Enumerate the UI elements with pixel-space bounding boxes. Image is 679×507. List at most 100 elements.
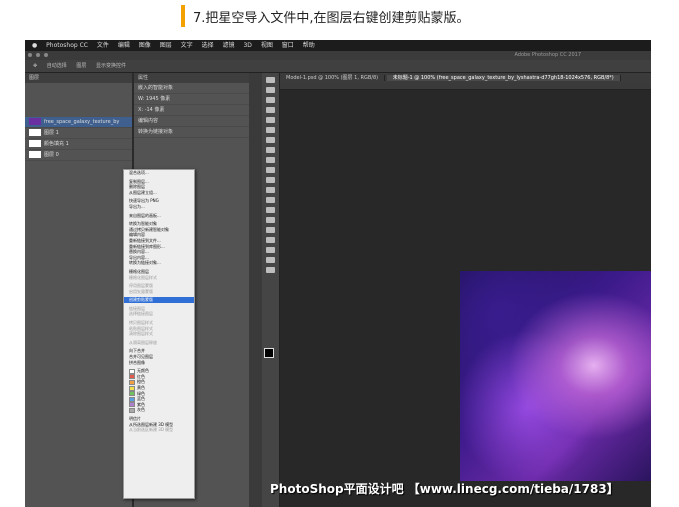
layer-label: free_space_galaxy_texture_by <box>44 119 120 125</box>
context-menu-item-label: 通过拷贝新建智能对象 <box>129 226 169 232</box>
history-brush-tool-icon[interactable] <box>266 167 275 173</box>
menu-item[interactable]: 文字 <box>181 42 193 49</box>
layer-label: 图层 0 <box>44 152 59 158</box>
context-menu-item-label: 编辑内容 <box>129 232 145 238</box>
layer-thumbnail <box>29 151 41 158</box>
pen-tool-icon[interactable] <box>266 217 275 223</box>
layer-row[interactable]: 图层 0 <box>25 150 132 161</box>
quick-select-tool-icon[interactable] <box>266 107 275 113</box>
auto-select-target[interactable]: 图层 <box>76 63 86 69</box>
context-menu-item-label: 导出内容... <box>129 254 149 260</box>
layers-panel-controls <box>25 83 132 117</box>
context-menu-item-label: 重新链接到库图形... <box>129 243 165 249</box>
eyedropper-tool-icon[interactable] <box>266 127 275 133</box>
context-menu-item-label: 停用图层蒙版 <box>129 283 153 289</box>
layer-row[interactable]: 颜色填充 1 <box>25 139 132 150</box>
layer-label: 颜色填充 1 <box>44 141 69 147</box>
watermark-text: PhotoShop平面设计吧 【www.linecg.com/tieba/178… <box>270 482 619 496</box>
blur-tool-icon[interactable] <box>266 197 275 203</box>
context-menu-item-label: 清除图层样式 <box>129 331 153 337</box>
properties-panel-header[interactable]: 属性 <box>134 73 249 83</box>
menu-item[interactable]: Photoshop CC <box>46 42 88 49</box>
context-menu-item-label: 栅格化图层 <box>129 268 149 274</box>
context-menu-item-label: 从图层建立组... <box>129 189 157 195</box>
menu-item[interactable]: 3D <box>243 42 251 49</box>
panel-dock[interactable] <box>249 73 262 507</box>
context-menu-item-label: 蓝色 <box>137 396 145 402</box>
marquee-tool-icon[interactable] <box>266 87 275 93</box>
tutorial-caption: 7.把星空导入文件中,在图层右键创建剪贴蒙版。 <box>181 0 621 32</box>
layers-panel: 图层 free_space_galaxy_texture_by 图层 1 颜色填… <box>25 73 132 507</box>
property-row[interactable]: W: 1945 像素 <box>134 94 249 105</box>
menu-bar: ● Photoshop CC 文件 编辑 图像 图层 文字 选择 滤镜 3D 视… <box>25 40 651 51</box>
property-row[interactable]: 编辑内容 <box>134 116 249 127</box>
path-select-tool-icon[interactable] <box>266 237 275 243</box>
window-controls[interactable] <box>25 53 49 59</box>
shape-tool-icon[interactable] <box>266 247 275 253</box>
context-menu-item-label: 绿色 <box>137 390 145 396</box>
menu-item[interactable]: 图像 <box>139 42 151 49</box>
crop-tool-icon[interactable] <box>266 117 275 123</box>
show-transform-checkbox[interactable]: 显示变换控件 <box>96 63 126 69</box>
galaxy-canvas-image[interactable] <box>460 271 651 481</box>
dodge-tool-icon[interactable] <box>266 207 275 213</box>
color-swatch <box>129 368 135 374</box>
layer-thumbnail <box>29 140 41 147</box>
menu-item[interactable]: 图层 <box>160 42 172 49</box>
auto-select-checkbox[interactable]: 自动选择 <box>47 63 67 69</box>
healing-tool-icon[interactable] <box>266 137 275 143</box>
menu-item[interactable]: 文件 <box>97 42 109 49</box>
context-menu-item-label: 黄色 <box>137 385 145 390</box>
gradient-tool-icon[interactable] <box>266 187 275 193</box>
context-menu-item-label: 复制图层... <box>129 178 149 184</box>
move-tool-icon[interactable] <box>266 77 275 83</box>
context-menu-item-label: 粘贴图层样式 <box>129 325 153 331</box>
context-menu-item-label: 从所选图层新建 3D 模型 <box>129 421 174 427</box>
menu-item[interactable]: 滤镜 <box>223 42 235 49</box>
context-menu-item-label: 栅格化图层样式 <box>129 274 157 280</box>
context-menu-item-label: 替换内容... <box>129 249 149 255</box>
menu-item[interactable]: 编辑 <box>118 42 130 49</box>
menu-item[interactable]: 窗口 <box>282 42 294 49</box>
context-menu-item-label: 重新链接到文件... <box>129 237 161 243</box>
horizontal-ruler <box>280 83 651 90</box>
context-menu-item-label: 橙色 <box>137 379 145 385</box>
document-tab[interactable]: Model-1.psd @ 100% (图层 1, RGB/8) <box>280 75 386 81</box>
move-tool-icon[interactable]: ✥ <box>33 63 37 69</box>
context-menu-item-label: 快速导出为 PNG <box>129 198 159 204</box>
context-menu-item-label: 从当前选区新建 3D 模型 <box>129 427 174 433</box>
property-row[interactable]: X: -14 像素 <box>134 105 249 116</box>
foreground-color-swatch[interactable] <box>264 348 274 358</box>
layer-thumbnail <box>29 118 41 125</box>
eraser-tool-icon[interactable] <box>266 177 275 183</box>
type-tool-icon[interactable] <box>266 227 275 233</box>
layers-panel-header[interactable]: 图层 <box>25 73 132 83</box>
document-tabs: Model-1.psd @ 100% (图层 1, RGB/8) 未标题-1 @… <box>280 73 651 83</box>
menu-item[interactable]: 视图 <box>261 42 273 49</box>
lasso-tool-icon[interactable] <box>266 97 275 103</box>
apple-icon[interactable]: ● <box>32 42 37 49</box>
menu-item[interactable]: 选择 <box>202 42 214 49</box>
layer-row[interactable]: 图层 1 <box>25 128 132 139</box>
context-menu-item-label: 明信片 <box>129 415 141 421</box>
property-row[interactable]: 转换为链接对象 <box>134 127 249 138</box>
context-menu-item-label: 混合选项... <box>129 170 149 175</box>
menu-item[interactable]: 帮助 <box>303 42 315 49</box>
photoshop-screenshot: ● Photoshop CC 文件 编辑 图像 图层 文字 选择 滤镜 3D 视… <box>25 40 651 507</box>
context-menu-item: 从当前选区新建 3D 模型 <box>124 427 194 433</box>
layer-row[interactable]: free_space_galaxy_texture_by <box>25 117 132 128</box>
stamp-tool-icon[interactable] <box>266 157 275 163</box>
brush-tool-icon[interactable] <box>266 147 275 153</box>
color-swatch <box>129 407 135 413</box>
context-menu-item-label: 创建剪贴蒙版 <box>129 297 153 303</box>
context-menu-item-label: 来自图层的画板... <box>129 212 161 218</box>
layer-context-menu: 混合选项... 复制图层... 删除图层 从图层建立组... 快速导出为 PNG 导出为.… <box>123 169 195 499</box>
context-menu-item-label: 红色 <box>137 373 145 379</box>
document-tab-active[interactable]: 未标题-1 @ 100% (free_space_galaxy_texture_… <box>386 75 621 81</box>
layer-thumbnail <box>29 129 41 136</box>
context-menu-item-label: 转换为链接对象... <box>129 260 161 266</box>
context-menu-item-label: 灰色 <box>137 407 145 413</box>
app-title: Adobe Photoshop CC 2017 <box>514 52 581 58</box>
hand-tool-icon[interactable] <box>266 257 275 263</box>
zoom-tool-icon[interactable] <box>266 267 275 273</box>
